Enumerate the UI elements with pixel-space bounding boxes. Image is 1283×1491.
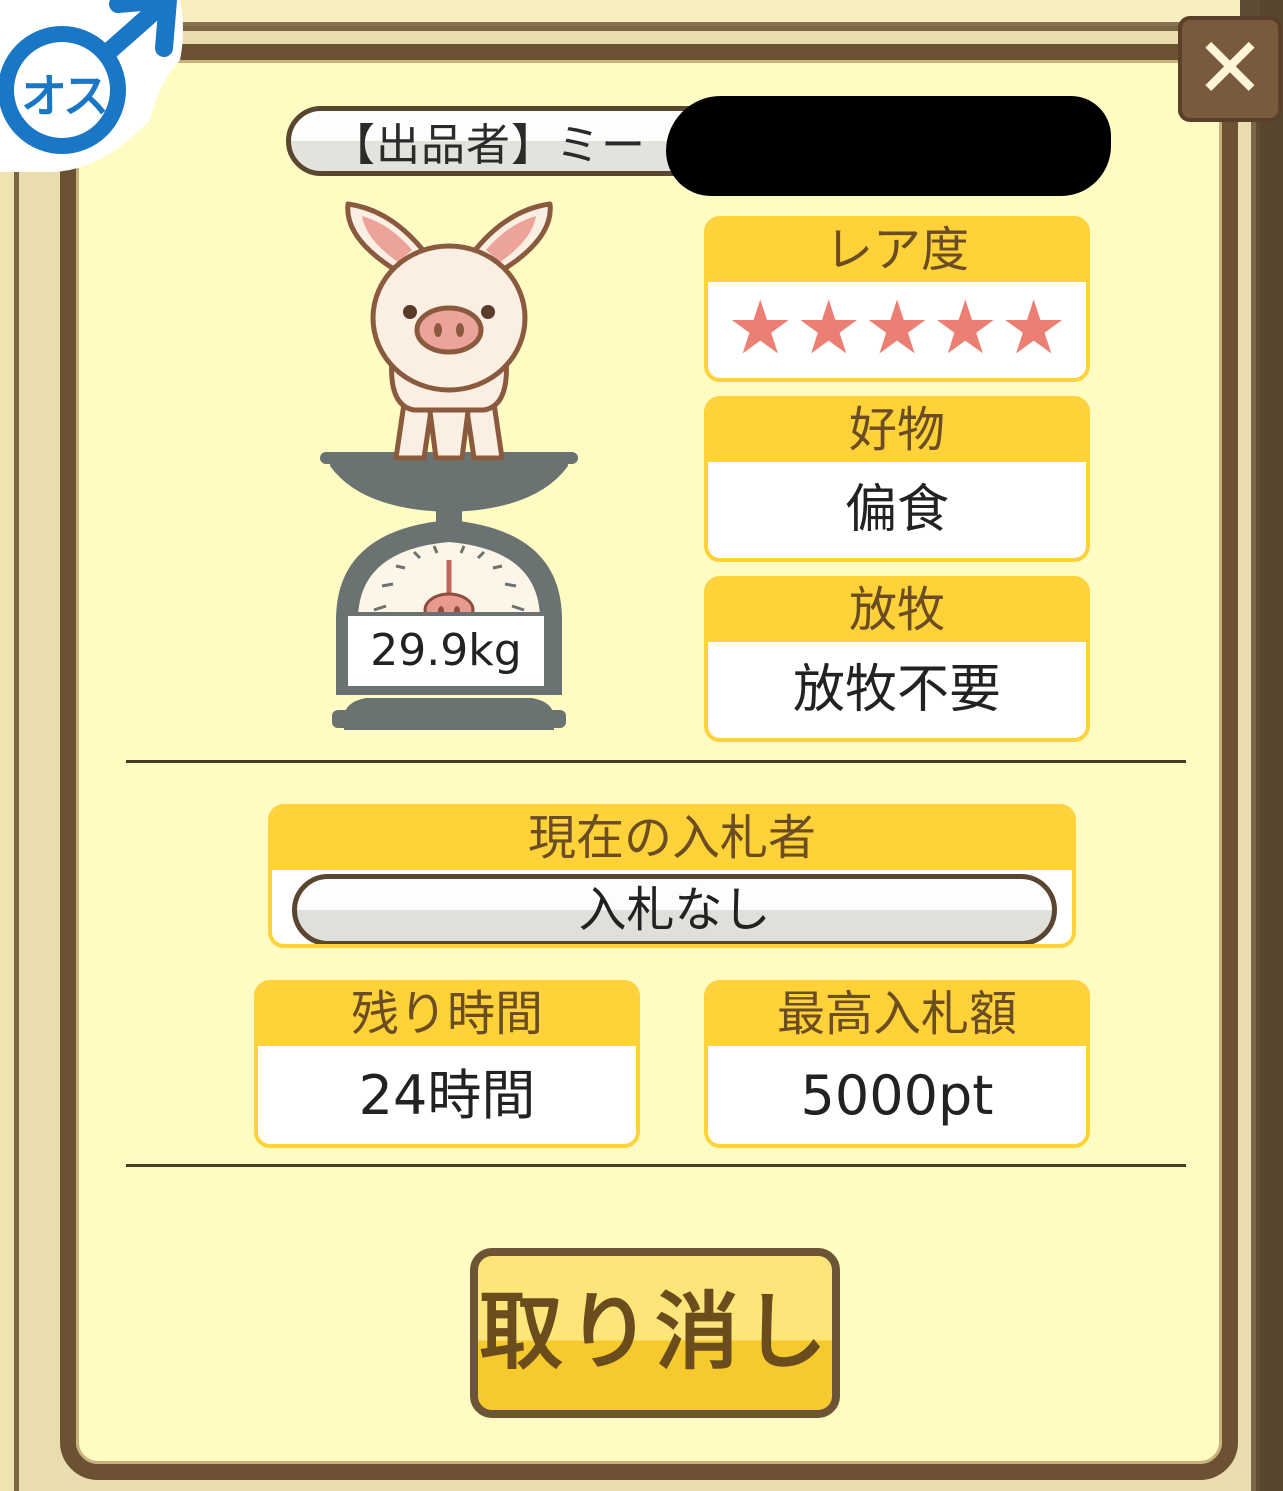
remaining-time-value: 24時間 <box>358 1064 536 1127</box>
gender-label: オス <box>21 69 109 123</box>
gender-badge: オス <box>0 0 190 175</box>
grazing-header: 放牧 <box>708 580 1086 642</box>
highest-bid-box: 最高入札額 5000pt <box>704 980 1090 1148</box>
favorite-food-header: 好物 <box>708 400 1086 462</box>
rarity-star-icon: ★ <box>795 285 862 371</box>
redaction-mark <box>666 96 1111 196</box>
cancel-button[interactable]: 取り消し <box>470 1248 840 1418</box>
rarity-star-icon: ★ <box>863 285 931 371</box>
rarity-star-icon: ★ <box>1000 285 1067 371</box>
divider-bottom <box>126 1164 1186 1167</box>
background-top-strip <box>160 0 1240 26</box>
close-icon: ✕ <box>1194 19 1266 117</box>
rarity-star-icon: ★ <box>727 285 794 371</box>
seller-label: 【出品者】ミー <box>331 120 646 171</box>
divider-top <box>126 760 1186 763</box>
highest-bid-header: 最高入札額 <box>708 984 1086 1046</box>
current-bidder-header: 現在の入札者 <box>272 808 1072 870</box>
current-bidder-value: 入札なし <box>292 874 1057 944</box>
favorite-food-box: 好物 偏食 <box>704 396 1090 562</box>
grazing-box: 放牧 放牧不要 <box>704 576 1090 742</box>
highest-bid-value: 5000pt <box>800 1064 994 1127</box>
rarity-header: レア度 <box>708 220 1086 282</box>
close-button[interactable]: ✕ <box>1178 16 1282 122</box>
rarity-star-icon: ★ <box>932 285 999 371</box>
remaining-time-header: 残り時間 <box>258 984 636 1046</box>
rarity-box: レア度 ★ ★ ★ ★ ★ <box>704 216 1090 382</box>
rarity-stars: ★ ★ ★ ★ ★ <box>708 288 1086 368</box>
favorite-food-value: 偏食 <box>844 480 949 540</box>
auction-detail-panel: 【出品者】ミー 29.9kg レア度 ★ ★ ★ ★ ★ 好物 偏食 放牧 放牧… <box>60 44 1238 1480</box>
remaining-time-box: 残り時間 24時間 <box>254 980 640 1148</box>
grazing-value: 放牧不要 <box>792 660 1001 720</box>
current-bidder-box: 現在の入札者 入札なし <box>268 804 1076 948</box>
weight-display: 29.9kg <box>344 612 548 690</box>
